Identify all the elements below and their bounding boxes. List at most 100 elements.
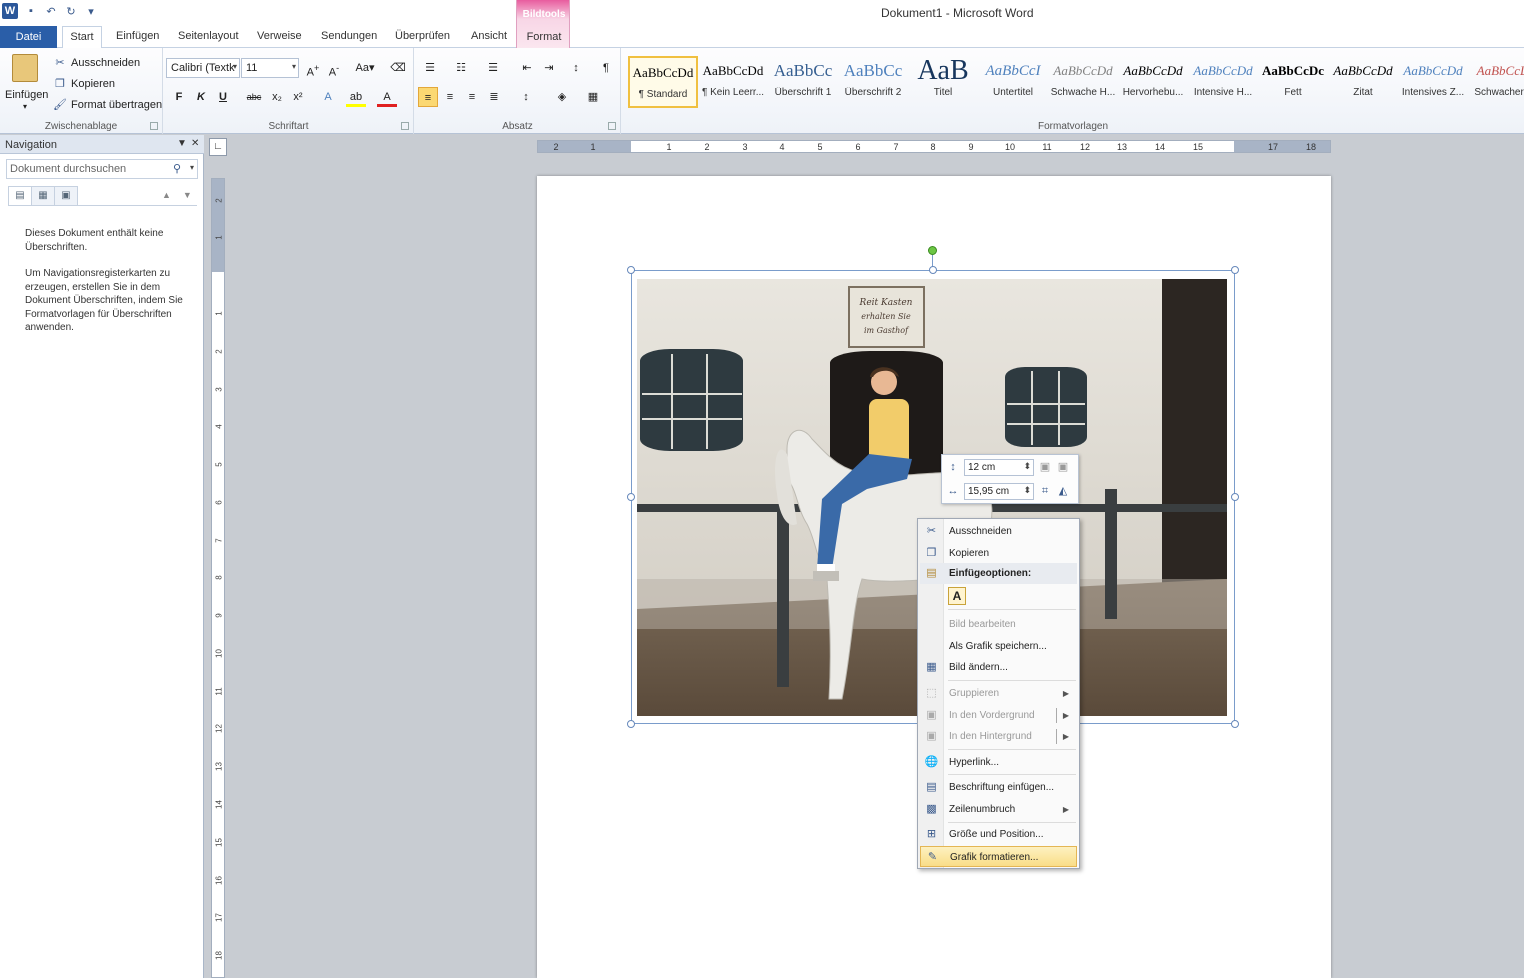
pages-view-icon[interactable]: ▦ — [31, 186, 55, 206]
resize-handle-nw[interactable] — [627, 266, 635, 274]
close-icon[interactable]: ✕ — [191, 138, 199, 149]
horizontal-ruler[interactable]: 2 1 1 2 3 4 5 6 7 8 9 10 11 12 13 14 15 17 18 — [537, 140, 1331, 153]
style-tile[interactable]: AaB Titel — [908, 56, 978, 108]
style-tile[interactable]: AaBbCcDd ¶ Standard — [628, 56, 698, 108]
tab-format[interactable]: Format — [517, 31, 571, 43]
style-tile[interactable]: AaBbCcD Schwacher... — [1468, 56, 1524, 108]
paste-button[interactable]: Einfügen — [5, 89, 48, 101]
italic-icon[interactable]: K — [191, 87, 211, 107]
sort-icon[interactable]: ↕ — [566, 58, 586, 78]
picture-styles-icon[interactable]: ◭ — [1056, 484, 1070, 498]
subscript-icon[interactable]: x₂ — [267, 87, 287, 107]
superscript-icon[interactable]: x² — [288, 87, 308, 107]
resize-handle-ne[interactable] — [1231, 266, 1239, 274]
multilevel-list-icon[interactable]: ☰ — [483, 58, 503, 78]
search-icon[interactable]: ⚲ — [173, 162, 181, 175]
style-tile[interactable]: AaBbCcDd Schwache H... — [1048, 56, 1118, 108]
menu-item-cut[interactable]: ✂ Ausschneiden — [920, 521, 1077, 542]
underline-icon[interactable]: U — [213, 87, 233, 107]
justify-icon[interactable]: ≣ — [484, 87, 504, 107]
bullets-icon[interactable]: ☰ — [420, 58, 440, 78]
grow-font-icon[interactable]: A+ — [303, 58, 323, 79]
highlight-icon[interactable]: ab — [346, 87, 366, 107]
paragraph-launcher-icon[interactable] — [608, 122, 616, 130]
style-tile[interactable]: AaBbCcDc Fett — [1258, 56, 1328, 108]
tab-mailings[interactable]: Sendungen — [319, 30, 379, 42]
search-input[interactable]: Dokument durchsuchen ⚲ ▾ — [6, 159, 198, 179]
send-backward-icon[interactable]: ▣ — [1056, 460, 1070, 474]
tab-start[interactable]: Start — [62, 26, 102, 49]
paste-dropdown-icon[interactable]: ▾ — [23, 102, 27, 111]
save-icon[interactable]: ▪ — [24, 4, 38, 18]
numbering-icon[interactable]: ☷ — [451, 58, 471, 78]
decrease-indent-icon[interactable]: ⇤ — [517, 58, 537, 78]
resize-handle-w[interactable] — [627, 493, 635, 501]
style-tile[interactable]: AaBbCcDd Hervorhebu... — [1118, 56, 1188, 108]
bring-forward-icon[interactable]: ▣ — [1038, 460, 1052, 474]
font-name-combo[interactable]: Calibri (Textk — [166, 58, 240, 78]
strikethrough-icon[interactable]: abc — [244, 87, 264, 107]
font-size-combo[interactable]: 11 — [241, 58, 299, 78]
crop-icon[interactable]: ⌗ — [1038, 484, 1052, 498]
menu-item-insert-caption[interactable]: ▤ Beschriftung einfügen... — [920, 777, 1077, 798]
headings-view-icon[interactable]: ▤ — [8, 186, 32, 206]
menu-item-send-backward[interactable]: ▣ In den Hintergrund ▶ — [920, 726, 1077, 747]
undo-icon[interactable]: ↶ — [44, 4, 58, 18]
style-tile[interactable]: AaBbCcDd Intensives Z... — [1398, 56, 1468, 108]
font-launcher-icon[interactable] — [401, 122, 409, 130]
redo-icon[interactable]: ↻ — [64, 4, 78, 18]
borders-icon[interactable]: ▦ — [583, 87, 603, 107]
menu-item-hyperlink[interactable]: 🌐 Hyperlink... — [920, 752, 1077, 773]
height-spinner[interactable]: 12 cm — [964, 458, 1034, 476]
pane-options-icon[interactable]: ▼ — [177, 138, 187, 149]
menu-item-edit-picture[interactable]: Bild bearbeiten — [920, 614, 1077, 635]
tab-selector-icon[interactable]: ∟ — [209, 138, 227, 156]
align-right-icon[interactable]: ≡ — [462, 87, 482, 107]
style-tile[interactable]: AaBbCcDd ¶ Kein Leerr... — [698, 56, 768, 108]
menu-item-save-as-picture[interactable]: Als Grafik speichern... — [920, 636, 1077, 657]
menu-item-format-picture[interactable]: ✎ Grafik formatieren... — [920, 846, 1077, 867]
tab-file[interactable]: Datei — [0, 26, 57, 48]
resize-handle-se[interactable] — [1231, 720, 1239, 728]
increase-indent-icon[interactable]: ⇥ — [539, 58, 559, 78]
search-dropdown-icon[interactable]: ▾ — [190, 163, 194, 172]
bold-icon[interactable]: F — [169, 87, 189, 107]
tab-view[interactable]: Ansicht — [469, 30, 509, 42]
resize-handle-n[interactable] — [929, 266, 937, 274]
tab-references[interactable]: Verweise — [255, 30, 304, 42]
word-logo-icon[interactable]: W — [2, 3, 18, 19]
previous-icon[interactable]: ▲ — [162, 190, 183, 200]
paste-keep-text-only-button[interactable]: A — [948, 587, 966, 605]
cut-button[interactable]: ✂ Ausschneiden — [53, 56, 140, 70]
style-tile[interactable]: AaBbCcI Untertitel — [978, 56, 1048, 108]
tab-page-layout[interactable]: Seitenlayout — [176, 30, 241, 42]
customize-qat-icon[interactable]: ▾ — [84, 4, 98, 18]
format-painter-button[interactable]: 🖌 Format übertragen — [53, 98, 162, 112]
font-color-icon[interactable]: A — [377, 87, 397, 107]
align-center-icon[interactable]: ≡ — [440, 87, 460, 107]
menu-item-bring-forward[interactable]: ▣ In den Vordergrund ▶ — [920, 705, 1077, 726]
next-icon[interactable]: ▼ — [183, 190, 204, 200]
style-tile[interactable]: AaBbCc Überschrift 2 — [838, 56, 908, 108]
align-left-icon[interactable]: ≡ — [418, 87, 438, 107]
menu-item-size-position[interactable]: ⊞ Größe und Position... — [920, 824, 1077, 845]
copy-button[interactable]: ❐ Kopieren — [53, 77, 115, 91]
paste-icon[interactable] — [12, 54, 38, 82]
clipboard-launcher-icon[interactable] — [150, 122, 158, 130]
menu-item-copy[interactable]: ❐ Kopieren — [920, 543, 1077, 564]
results-view-icon[interactable]: ▣ — [54, 186, 78, 206]
resize-handle-e[interactable] — [1231, 493, 1239, 501]
style-tile[interactable]: AaBbCcDd Intensive H... — [1188, 56, 1258, 108]
text-effects-icon[interactable]: A — [318, 87, 338, 107]
menu-item-text-wrapping[interactable]: ▩ Zeilenumbruch ▶ — [920, 799, 1077, 820]
clear-formatting-icon[interactable]: ⌫ — [388, 58, 408, 78]
change-case-icon[interactable]: Aa▾ — [352, 58, 378, 78]
rotate-handle[interactable] — [928, 246, 937, 255]
menu-item-change-picture[interactable]: ▦ Bild ändern... — [920, 657, 1077, 678]
line-spacing-icon[interactable]: ↕ — [516, 87, 536, 107]
tab-insert[interactable]: Einfügen — [114, 30, 161, 42]
shrink-font-icon[interactable]: A- — [324, 58, 344, 79]
shading-icon[interactable]: ◈ — [552, 87, 572, 107]
vertical-ruler[interactable]: 2 1 1 2 3 4 5 6 7 8 9 10 11 12 13 14 15 16 17 18 — [211, 178, 225, 978]
show-formatting-icon[interactable]: ¶ — [596, 58, 616, 78]
